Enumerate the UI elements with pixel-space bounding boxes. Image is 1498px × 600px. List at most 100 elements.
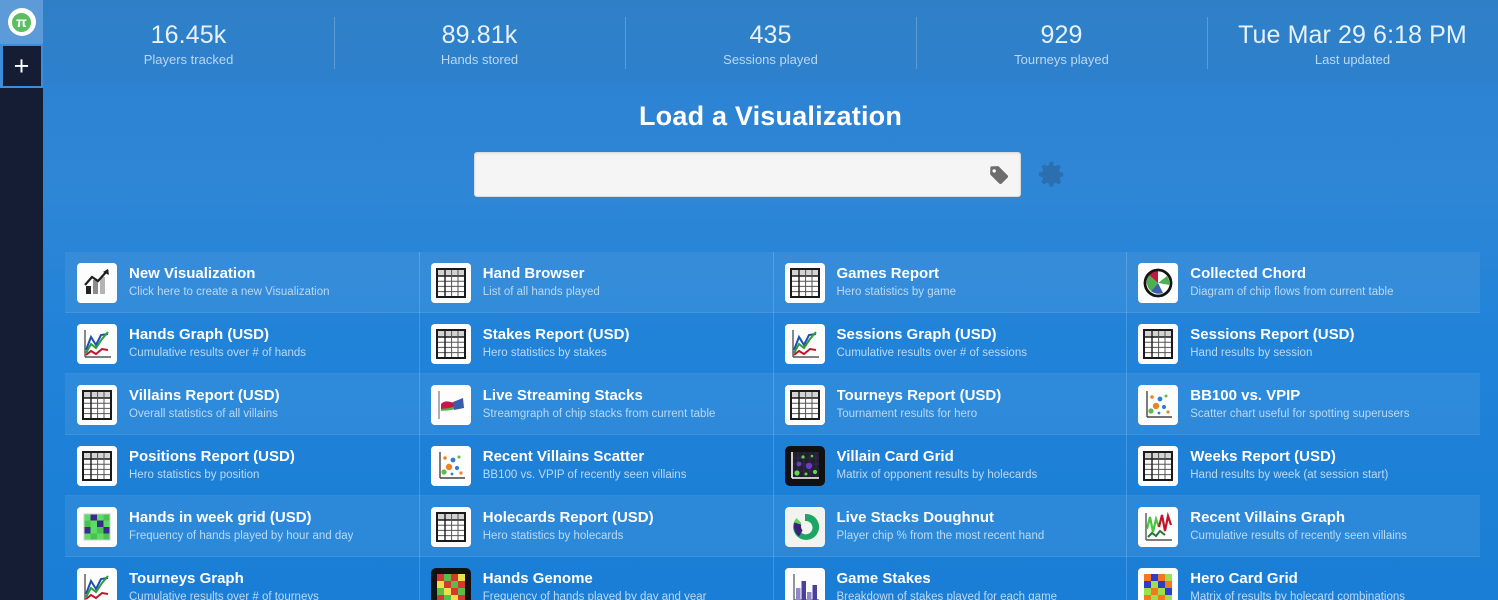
line-graph-icon xyxy=(784,323,825,364)
stat-sessions-played: 435 Sessions played xyxy=(625,16,916,70)
viz-item-tourneys-graph[interactable]: Tourneys Graph Cumulative results over #… xyxy=(65,557,419,600)
viz-subtitle: Frequency of hands played by day and yea… xyxy=(482,590,707,600)
viz-item-live-stacks-doughnut[interactable]: Live Stacks Doughnut Player chip % from … xyxy=(772,496,1127,557)
viz-item-live-streaming-stacks[interactable]: Live Streaming Stacks Streamgraph of chi… xyxy=(418,374,773,435)
sidebar-add-button[interactable]: + xyxy=(0,44,43,88)
green-heatmap-icon xyxy=(77,506,117,547)
visualization-grid: New Visualization Click here to create a… xyxy=(43,252,1498,600)
viz-item-weeks-report[interactable]: Weeks Report (USD) Hand results by week … xyxy=(1126,435,1480,496)
viz-title: Holecards Report (USD) xyxy=(482,508,654,526)
viz-item-games-report[interactable]: Games Report Hero statistics by game xyxy=(772,252,1127,313)
doughnut-icon xyxy=(784,506,825,547)
viz-item-hands-in-week-grid[interactable]: Hands in week grid (USD) Frequency of ha… xyxy=(65,496,419,557)
grid-column-4: Collected Chord Diagram of chip flows fr… xyxy=(1126,252,1480,600)
stat-label: Players tracked xyxy=(143,52,234,68)
stats-bar: 16.45k Players tracked 89.81k Hands stor… xyxy=(43,0,1498,85)
grid-column-2: Hand Browser List of all hands played St… xyxy=(418,252,773,600)
viz-subtitle: Scatter chart useful for spotting superu… xyxy=(1190,407,1410,420)
table-icon xyxy=(77,445,117,486)
viz-title: Sessions Report (USD) xyxy=(1190,325,1355,343)
viz-title: Live Stacks Doughnut xyxy=(836,508,995,526)
redgreen-line-icon xyxy=(1138,506,1179,547)
viz-subtitle: Hand results by week (at session start) xyxy=(1190,468,1389,481)
viz-item-sessions-graph[interactable]: Sessions Graph (USD) Cumulative results … xyxy=(772,313,1127,374)
viz-item-collected-chord[interactable]: Collected Chord Diagram of chip flows fr… xyxy=(1126,252,1480,313)
viz-item-holecards-report[interactable]: Holecards Report (USD) Hero statistics b… xyxy=(418,496,773,557)
viz-item-bb100-vs-vpip[interactable]: BB100 vs. VPIP Scatter chart useful for … xyxy=(1126,374,1480,435)
genome-grid-icon xyxy=(430,567,471,600)
table-icon xyxy=(430,262,471,303)
viz-text: Hands Genome Frequency of hands played b… xyxy=(483,570,707,600)
viz-title: Weeks Report (USD) xyxy=(1190,447,1336,465)
viz-item-recent-villains-graph[interactable]: Recent Villains Graph Cumulative results… xyxy=(1126,496,1480,557)
sidebar-logo-button[interactable]: π xyxy=(0,0,43,44)
line-graph-icon xyxy=(77,567,117,600)
viz-title: Tourneys Report (USD) xyxy=(836,386,1002,404)
stat-value: 435 xyxy=(749,21,792,49)
viz-title: BB100 vs. VPIP xyxy=(1190,386,1301,404)
viz-subtitle: Click here to create a new Visualization xyxy=(129,285,330,298)
plus-icon: + xyxy=(2,46,41,86)
viz-subtitle: Breakdown of stakes played for each game xyxy=(836,590,1058,600)
stat-label: Tourneys played xyxy=(1014,52,1109,68)
viz-subtitle: List of all hands played xyxy=(482,285,600,298)
viz-title: Game Stakes xyxy=(836,569,931,587)
main-area: 16.45k Players tracked 89.81k Hands stor… xyxy=(43,0,1498,600)
stat-players-tracked: 16.45k Players tracked xyxy=(43,22,334,68)
viz-text: Hands in week grid (USD) Frequency of ha… xyxy=(129,509,353,544)
search-input[interactable] xyxy=(487,166,986,183)
viz-title: Villain Card Grid xyxy=(836,447,954,465)
viz-text: Hand Browser List of all hands played xyxy=(483,265,600,300)
stat-value: 89.81k xyxy=(441,21,518,49)
viz-text: Villain Card Grid Matrix of opponent res… xyxy=(837,448,1038,483)
scatter-icon xyxy=(430,445,471,486)
stat-label: Hands stored xyxy=(440,52,519,68)
viz-text: Villains Report (USD) Overall statistics… xyxy=(129,387,280,422)
tag-icon[interactable] xyxy=(986,163,1010,187)
viz-text: Sessions Graph (USD) Cumulative results … xyxy=(837,326,1027,361)
viz-item-tourneys-report[interactable]: Tourneys Report (USD) Tournament results… xyxy=(772,374,1127,435)
viz-item-new-visualization[interactable]: New Visualization Click here to create a… xyxy=(65,252,419,313)
viz-item-villain-card-grid[interactable]: Villain Card Grid Matrix of opponent res… xyxy=(772,435,1127,496)
visualization-grid-inner: New Visualization Click here to create a… xyxy=(65,252,1480,600)
load-visualization-section: Load a Visualization xyxy=(43,85,1498,197)
stat-value: Tue Mar 29 6:18 PM xyxy=(1238,21,1467,49)
viz-subtitle: Hero statistics by position xyxy=(129,468,260,481)
viz-subtitle: Player chip % from the most recent hand xyxy=(836,529,1045,542)
viz-text: New Visualization Click here to create a… xyxy=(129,265,330,300)
grid-column-3: Games Report Hero statistics by game Ses… xyxy=(772,252,1127,600)
viz-subtitle: Diagram of chip flows from current table xyxy=(1190,285,1394,298)
viz-item-recent-villains-scatter[interactable]: Recent Villains Scatter BB100 vs. VPIP o… xyxy=(418,435,773,496)
viz-item-hero-card-grid[interactable]: Hero Card Grid Matrix of results by hole… xyxy=(1126,557,1480,600)
viz-title: Villains Report (USD) xyxy=(129,386,280,404)
viz-text: Positions Report (USD) Hero statistics b… xyxy=(129,448,295,483)
viz-title: Live Streaming Stacks xyxy=(482,386,643,404)
viz-subtitle: Cumulative results over # of hands xyxy=(129,346,307,359)
viz-title: Sessions Graph (USD) xyxy=(836,325,997,343)
viz-item-hands-graph[interactable]: Hands Graph (USD) Cumulative results ove… xyxy=(65,313,419,374)
viz-item-stakes-report[interactable]: Stakes Report (USD) Hero statistics by s… xyxy=(418,313,773,374)
viz-item-villains-report[interactable]: Villains Report (USD) Overall statistics… xyxy=(65,374,419,435)
viz-title: New Visualization xyxy=(129,264,256,282)
visualization-search-box[interactable] xyxy=(474,152,1021,197)
viz-item-hand-browser[interactable]: Hand Browser List of all hands played xyxy=(418,252,773,313)
viz-text: BB100 vs. VPIP Scatter chart useful for … xyxy=(1190,387,1409,422)
viz-text: Tourneys Report (USD) Tournament results… xyxy=(837,387,1002,422)
viz-item-game-stakes[interactable]: Game Stakes Breakdown of stakes played f… xyxy=(773,557,1127,600)
viz-title: Hands Graph (USD) xyxy=(129,325,270,343)
viz-item-hands-genome[interactable]: Hands Genome Frequency of hands played b… xyxy=(419,557,773,600)
viz-text: Holecards Report (USD) Hero statistics b… xyxy=(483,509,654,544)
viz-subtitle: Frequency of hands played by hour and da… xyxy=(129,529,354,542)
gear-icon[interactable] xyxy=(1036,159,1067,190)
table-icon xyxy=(77,384,117,425)
viz-item-sessions-report[interactable]: Sessions Report (USD) Hand results by se… xyxy=(1126,313,1480,374)
stat-last-updated: Tue Mar 29 6:18 PM Last updated xyxy=(1207,16,1498,70)
viz-title: Stakes Report (USD) xyxy=(482,325,630,343)
chart-new-icon xyxy=(77,262,117,303)
viz-item-positions-report[interactable]: Positions Report (USD) Hero statistics b… xyxy=(65,435,419,496)
viz-text: Live Streaming Stacks Streamgraph of chi… xyxy=(483,387,716,422)
viz-subtitle: Cumulative results over # of sessions xyxy=(836,346,1027,359)
bar-chart-icon xyxy=(784,567,825,600)
viz-subtitle: Streamgraph of chip stacks from current … xyxy=(482,407,716,420)
streamgraph-icon xyxy=(430,384,471,425)
